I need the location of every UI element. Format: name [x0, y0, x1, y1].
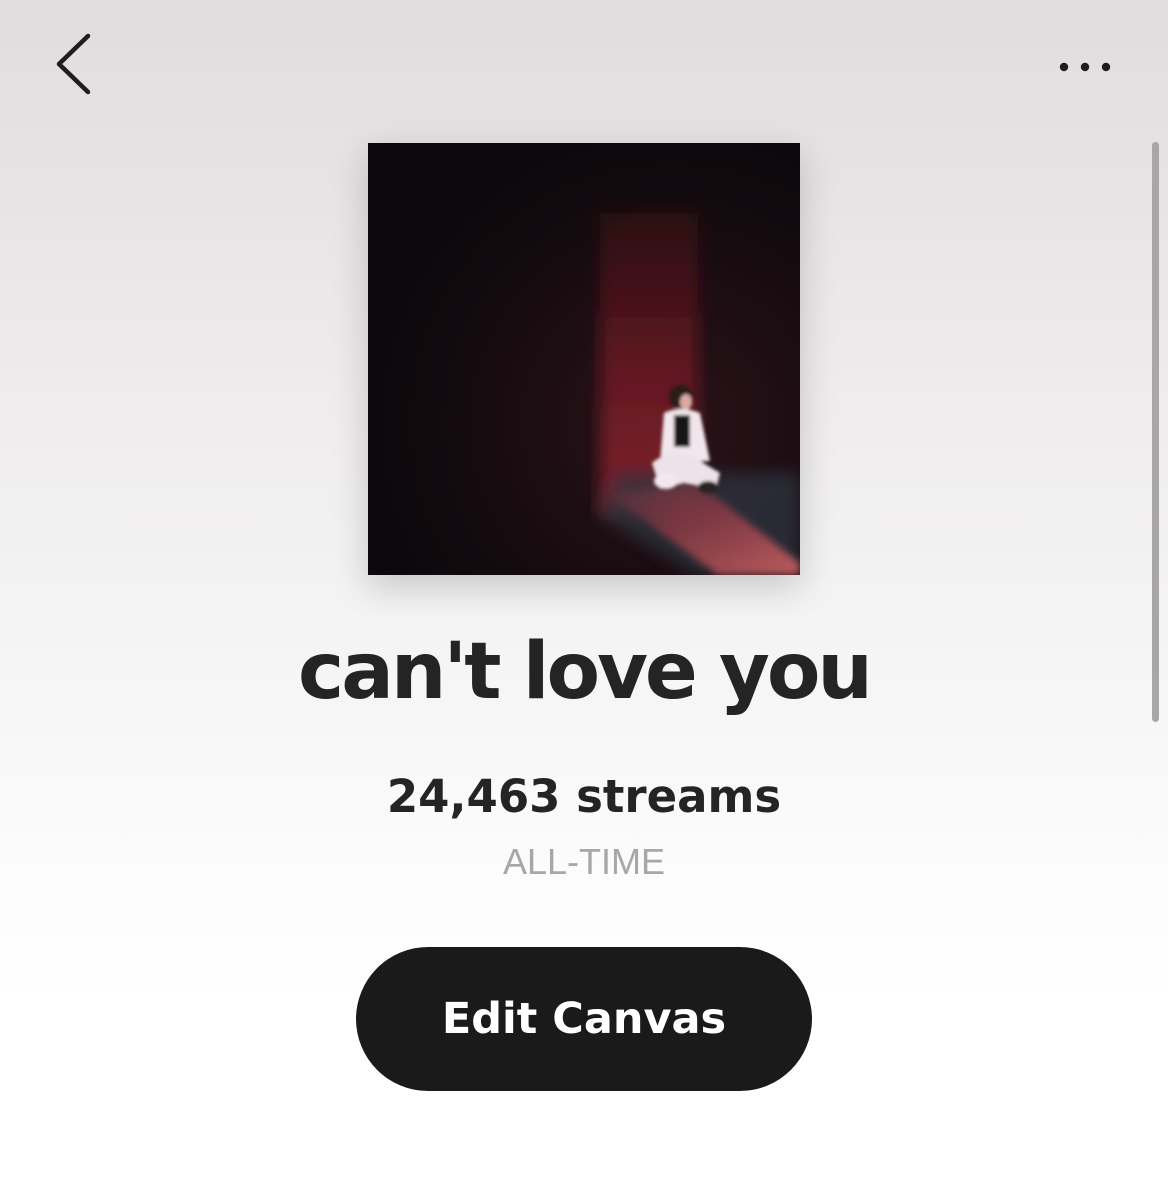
album-art — [368, 143, 800, 575]
edit-canvas-button[interactable]: Edit Canvas — [356, 947, 812, 1091]
time-period-label: ALL-TIME — [502, 841, 666, 882]
track-title: can't love you — [298, 627, 873, 717]
more-options-button[interactable] — [1048, 44, 1124, 88]
more-horizontal-icon — [1059, 62, 1111, 72]
back-button[interactable] — [44, 28, 108, 100]
stream-count: 24,463 streams — [386, 770, 782, 823]
chevron-left-icon — [56, 33, 91, 95]
